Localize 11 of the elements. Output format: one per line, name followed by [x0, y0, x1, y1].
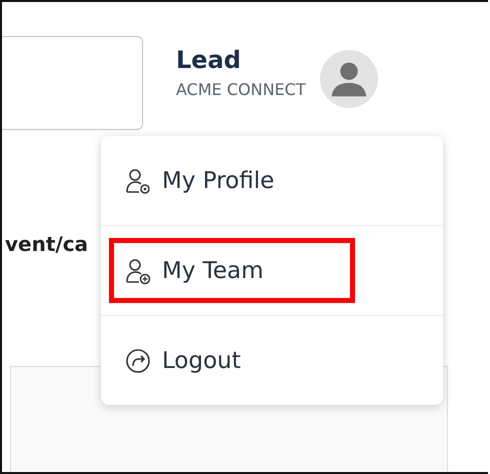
menu-item[interactable]: Logout [109, 328, 355, 393]
organization-name: ACME CONNECT [176, 80, 306, 99]
logout-icon [124, 346, 152, 374]
avatar-icon[interactable] [320, 50, 378, 108]
menu-item[interactable]: My Profile [109, 148, 355, 213]
person-plus-icon [124, 256, 152, 284]
user-name: Lead [176, 46, 242, 74]
menu-item[interactable]: My Team [109, 238, 355, 303]
path-text: vent/ca [5, 232, 90, 256]
person-gear-icon [124, 166, 152, 194]
search-field[interactable] [2, 36, 143, 130]
